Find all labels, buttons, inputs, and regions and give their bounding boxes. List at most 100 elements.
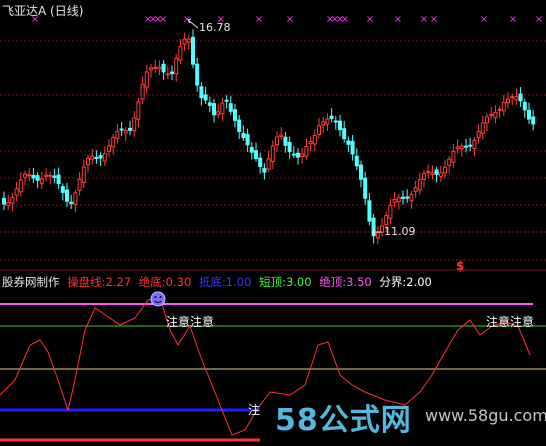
signal-marker: × [480,14,488,25]
candle-body [287,141,292,153]
note-label: 注意注意 [166,315,215,329]
candle-body [140,83,145,100]
candle-body [233,109,237,121]
candle-body [48,174,53,177]
param-fenjie: 分界:2.00 [379,275,432,289]
smiley-icon [150,291,166,307]
param-duanding: 短顶:3.00 [259,275,312,289]
candle-body [128,127,132,131]
candle-body [31,174,36,179]
candle-body [94,156,99,159]
signal-marker: × [286,14,294,25]
signal-marker: × [394,14,402,25]
candle-body [283,136,288,146]
chart-title: 飞亚达A (日线) [2,4,84,18]
candle-body [308,140,313,144]
signal-marker: × [420,14,428,25]
note-label: 注 [248,403,261,417]
candle-body [489,113,494,116]
candle-body [291,153,296,156]
watermark-text: 58公式网 [275,403,412,438]
candle-body [396,197,401,203]
param-jueding: 绝顶:3.50 [319,275,372,289]
candle-body [111,136,116,148]
candle-body [531,116,536,125]
candle-body [434,169,439,175]
candle-body [6,202,11,206]
candle-body [123,130,128,134]
candle-body [493,111,498,118]
candle-body [270,145,275,163]
note-label: 注意注意 [486,315,535,329]
signal-marker: × [430,14,438,25]
candle-body [249,146,254,153]
candle-body [375,232,380,239]
candle-body [455,146,460,149]
candle-body [81,166,86,183]
candle-body [258,157,263,168]
candle-body [438,172,443,177]
signal-marker: × [366,14,374,25]
candle-body [527,109,531,120]
candle-body [405,196,410,199]
signal-marker: × [509,14,517,25]
indicator-header: 股券网制作 操盘线:2.27 绝底:0.30 抵底:1.00 短顶:3.00 绝… [2,274,436,290]
candle-body [27,174,32,177]
candle-body [149,67,153,71]
candle-body [501,102,506,112]
candle-body [170,71,174,75]
candle-body [90,155,95,160]
candle-body [413,187,418,193]
candle-body [119,128,124,131]
candle-body [447,158,452,167]
candle-body [279,134,284,137]
watermark-url: www.58gu.com [425,406,546,425]
high-price-label: 16.78 [199,21,231,34]
candle-body [317,125,321,135]
candle-body [312,135,317,145]
candle-body [115,131,120,140]
candle-body [245,134,250,146]
candle-body [77,178,82,191]
param-didi: 抵底:1.00 [198,275,252,289]
candle-body [480,122,485,134]
chart-canvas[interactable]: × ×××× × × × × ×××× × × × × × × × [0,0,546,446]
signal-marker: × [535,14,543,25]
candle-body [44,174,48,177]
candle-body [401,196,405,199]
candle-body [514,96,519,101]
candle-body [174,57,179,75]
candle-body [329,115,334,120]
candle-body [132,117,137,132]
candle-body [409,194,414,202]
candlestick-series [2,29,536,245]
candle-body [220,102,225,115]
candle-body [384,215,389,226]
candle-body [165,73,170,76]
candle-body [518,93,523,102]
candle-body [10,196,15,204]
candle-body [182,38,187,45]
candle-body [254,150,258,159]
candle-body [300,153,305,157]
candle-body [153,66,158,69]
candle-body [73,192,78,206]
signal-markers: × ×××× × × × × ×××× × × × × × × × [31,14,543,25]
candle-body [107,145,111,152]
candle-body [56,174,61,185]
candle-body [186,38,191,43]
candle-body [23,173,27,178]
candle-body [275,136,279,146]
candle-body [325,118,330,125]
candle-body [354,155,359,167]
candle-body [2,197,6,205]
candle-body [241,132,246,139]
candle-body [65,189,69,202]
candle-body [207,102,212,106]
candle-body [161,63,166,73]
candle-body [228,103,233,112]
candle-body [52,175,57,178]
candle-body [69,201,74,205]
candle-body [191,36,195,65]
candle-body [39,178,44,184]
